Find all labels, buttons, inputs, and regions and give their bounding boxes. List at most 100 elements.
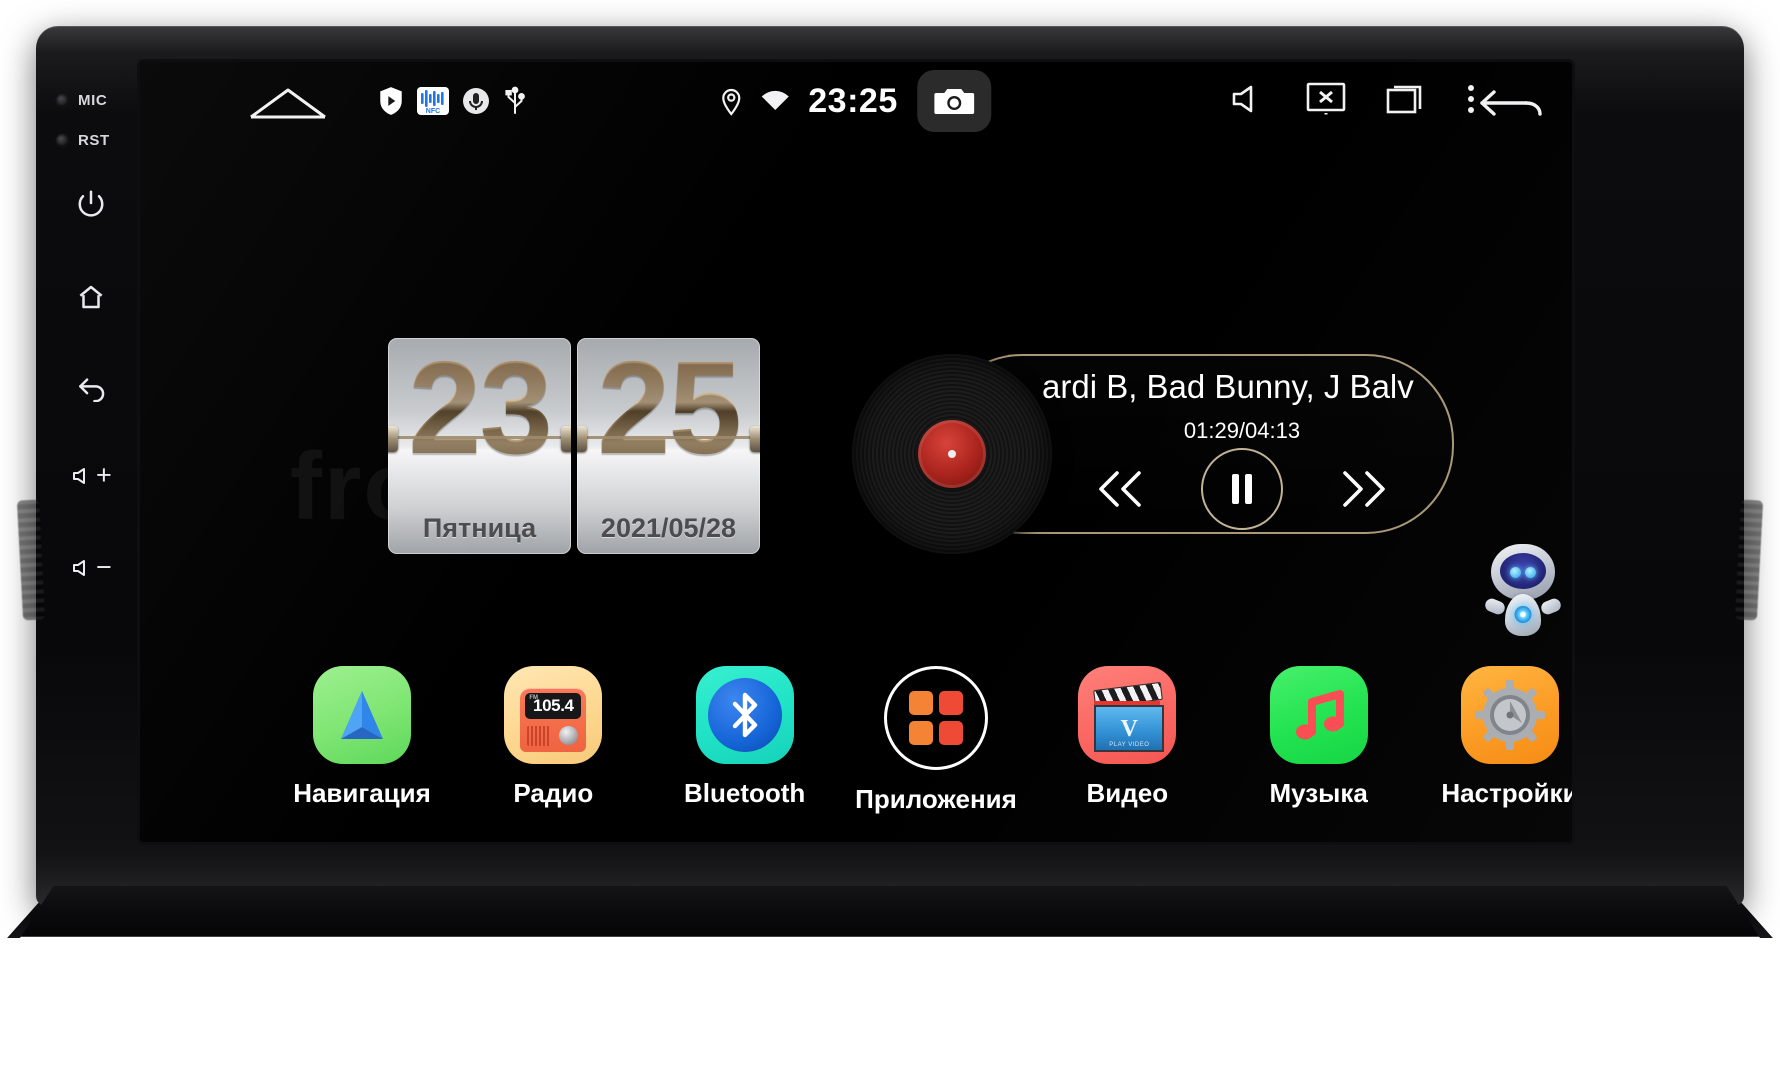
app-label: Навигация xyxy=(293,778,431,808)
mic-led-icon xyxy=(56,94,69,107)
app-label: Настройки xyxy=(1441,778,1572,808)
settings-gear-icon xyxy=(1460,666,1559,764)
clapperboard: V PLAY VIDEO xyxy=(1093,681,1165,752)
robot-core-light xyxy=(1514,606,1532,623)
back-arrow-icon xyxy=(1480,90,1542,116)
statusbar-clock: 23:25 xyxy=(808,81,898,120)
screen-off-button[interactable] xyxy=(1306,82,1346,121)
music-note-glyph xyxy=(1295,690,1344,740)
bluetooth-glyph xyxy=(732,692,757,738)
robot-visor xyxy=(1500,553,1546,589)
head-unit-screen[interactable]: front xyxy=(140,62,1572,842)
app-navigation[interactable]: Навигация xyxy=(293,666,431,809)
app-label: Радио xyxy=(513,778,594,808)
clapper-screen: V PLAY VIDEO xyxy=(1094,705,1165,752)
home-icon xyxy=(79,285,103,309)
screenshot-button[interactable] xyxy=(917,70,992,132)
app-radio[interactable]: FM 105.4 Радио xyxy=(487,666,619,809)
volume-button[interactable] xyxy=(1230,82,1266,121)
track-title: ardi B, Bad Bunny, J Balv xyxy=(1042,368,1414,405)
recent-apps-icon xyxy=(1386,85,1422,113)
volume-up-icon xyxy=(73,467,85,484)
bluetooth-icon xyxy=(695,666,794,764)
apps-square-2 xyxy=(938,691,963,715)
skip-next-icon xyxy=(1343,471,1385,507)
usb-icon xyxy=(505,86,525,114)
pause-icon xyxy=(1232,474,1252,504)
apps-grid-icon xyxy=(883,666,988,770)
app-video[interactable]: V PLAY VIDEO Видео xyxy=(1061,666,1193,809)
music-player-widget[interactable]: ardi B, Bad Bunny, J Balv 01:29/04:13 xyxy=(852,350,1454,554)
clock-minutes: 25 xyxy=(577,338,760,482)
svg-text:NFC: NFC xyxy=(426,108,440,115)
app-bluetooth[interactable]: Bluetooth xyxy=(679,666,811,809)
flip-clock-widget[interactable]: 23 Пятница 25 2021/05/28 xyxy=(388,338,760,554)
clock-hours-card: 23 Пятница xyxy=(388,338,571,554)
apps-grid-squares xyxy=(908,691,963,745)
power-icon xyxy=(78,190,104,217)
play-shield-icon xyxy=(380,87,402,115)
volume-up-label: + xyxy=(96,460,112,490)
app-settings[interactable]: Настройки xyxy=(1441,666,1572,809)
rst-led-icon[interactable] xyxy=(56,134,69,147)
back-hard-button[interactable] xyxy=(76,372,108,402)
statusbar-notification-icons: NFC xyxy=(378,86,527,116)
music-note-icon xyxy=(1269,666,1368,764)
volume-down-icon xyxy=(73,559,85,576)
home-hard-button[interactable] xyxy=(76,282,106,312)
head-unit-base xyxy=(7,886,1773,958)
previous-track-button[interactable] xyxy=(1095,467,1149,511)
robot-eye-left xyxy=(1510,567,1521,578)
left-bezel-controls: MIC RST + − xyxy=(56,70,132,860)
camera-icon xyxy=(934,89,975,114)
apps-square-3 xyxy=(908,721,933,745)
robot-body xyxy=(1505,594,1541,636)
volume-up-button[interactable]: + xyxy=(70,462,112,489)
volume-down-label: − xyxy=(96,552,112,582)
track-time: 01:29/04:13 xyxy=(1183,418,1301,443)
radio-display: FM 105.4 xyxy=(525,693,582,719)
next-track-button[interactable] xyxy=(1335,467,1389,511)
robot-arm-right xyxy=(1539,596,1563,617)
location-pin-icon xyxy=(722,88,741,116)
skip-previous-icon xyxy=(1099,471,1141,507)
mic-circle-icon xyxy=(463,88,489,114)
back-arrow-icon xyxy=(79,378,105,402)
robot-arm-left xyxy=(1483,596,1507,617)
mic-led-row: MIC xyxy=(56,92,107,109)
clock-hinge-pin-left xyxy=(388,426,398,452)
app-label: Видео xyxy=(1086,778,1169,808)
app-dock: Навигация FM 105.4 Радио Bluetooth Прило… xyxy=(293,666,1572,834)
radio-icon: FM 105.4 xyxy=(504,666,603,764)
app-music[interactable]: Музыка xyxy=(1253,666,1385,809)
gear-glyph xyxy=(1474,680,1545,750)
video-badge-sub: PLAY VIDEO xyxy=(1109,742,1150,748)
statusbar-home-button[interactable] xyxy=(248,86,328,120)
clock-minutes-card: 25 2021/05/28 xyxy=(577,338,760,554)
clock-date: 2021/05/28 xyxy=(600,513,737,543)
clock-hours: 23 xyxy=(388,338,571,482)
power-button[interactable] xyxy=(76,188,106,218)
video-badge-letter: V xyxy=(1120,715,1138,742)
app-applications[interactable]: Приложения xyxy=(855,666,1017,815)
bluetooth-circle xyxy=(707,678,782,752)
radio-frequency: 105.4 xyxy=(533,696,574,715)
overflow-menu-button[interactable] xyxy=(1466,82,1476,121)
vinyl-record-icon xyxy=(852,354,1052,554)
clock-hinge-pin-right xyxy=(561,426,571,452)
statusbar-back-button[interactable] xyxy=(1476,84,1548,129)
play-pause-button[interactable] xyxy=(1201,448,1283,530)
rst-led-row[interactable]: RST xyxy=(56,132,110,149)
radio-speaker-grill xyxy=(527,726,552,746)
screen-off-icon xyxy=(1306,82,1346,114)
mic-led-label: MIC xyxy=(78,92,108,109)
home-outline-icon xyxy=(250,88,326,119)
speaker-icon xyxy=(1232,85,1253,112)
android-status-bar: NFC 23:25 xyxy=(140,62,1572,140)
recent-apps-button[interactable] xyxy=(1386,82,1426,121)
apps-square-4 xyxy=(938,721,963,745)
assistant-robot-icon[interactable] xyxy=(1483,544,1563,636)
player-controls xyxy=(1042,448,1442,530)
volume-down-button[interactable]: − xyxy=(70,554,112,581)
clock-weekday: Пятница xyxy=(422,513,537,543)
